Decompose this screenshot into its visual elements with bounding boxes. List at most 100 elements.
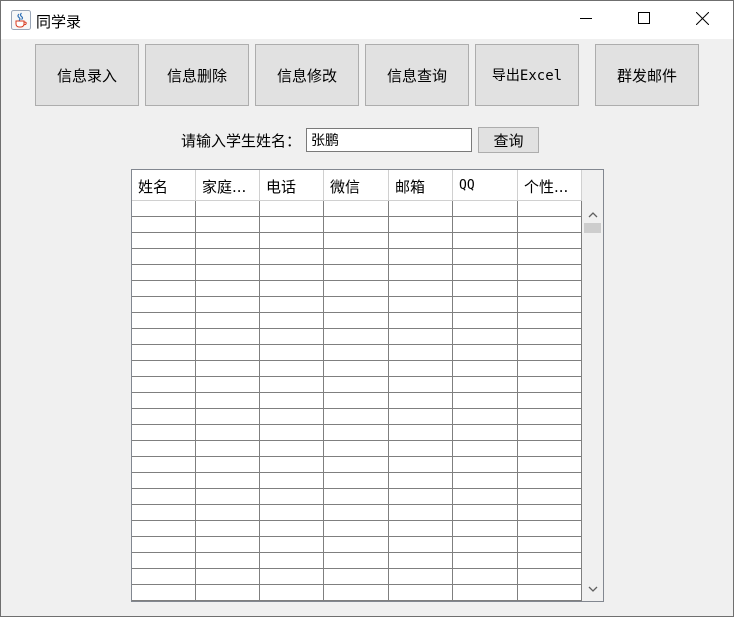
table-cell[interactable] [518,457,582,472]
table-cell[interactable] [196,377,260,392]
table-cell[interactable] [324,521,389,536]
table-cell[interactable] [518,393,582,408]
column-header-email[interactable]: 邮箱 [389,170,453,201]
column-header-signature[interactable]: 个性... [518,170,582,201]
table-cell[interactable] [324,281,389,296]
table-cell[interactable] [518,569,582,584]
table-cell[interactable] [260,441,324,456]
table-cell[interactable] [453,409,518,424]
search-button[interactable]: 查询 [478,127,539,153]
table-cell[interactable] [453,201,518,216]
table-cell[interactable] [260,313,324,328]
table-cell[interactable] [389,233,453,248]
table-cell[interactable] [453,425,518,440]
table-cell[interactable] [196,201,260,216]
student-name-input[interactable] [306,128,472,152]
maximize-button[interactable] [615,1,673,39]
table-cell[interactable] [324,265,389,280]
table-cell[interactable] [260,473,324,488]
table-row[interactable] [132,265,582,281]
table-cell[interactable] [196,537,260,552]
table-cell[interactable] [196,345,260,360]
table-row[interactable] [132,537,582,553]
table-cell[interactable] [132,393,196,408]
table-cell[interactable] [324,361,389,376]
table-cell[interactable] [518,361,582,376]
table-cell[interactable] [260,201,324,216]
table-row[interactable] [132,297,582,313]
table-cell[interactable] [389,377,453,392]
table-cell[interactable] [453,345,518,360]
table-cell[interactable] [324,297,389,312]
vertical-scrollbar[interactable] [582,170,603,601]
table-cell[interactable] [132,281,196,296]
table-cell[interactable] [260,409,324,424]
close-button[interactable] [673,1,731,39]
table-row[interactable] [132,569,582,585]
table-cell[interactable] [518,217,582,232]
table-row[interactable] [132,249,582,265]
table-cell[interactable] [453,585,518,600]
table-cell[interactable] [324,585,389,600]
table-cell[interactable] [389,553,453,568]
table-cell[interactable] [132,505,196,520]
table-row[interactable] [132,201,582,217]
table-cell[interactable] [196,569,260,584]
table-cell[interactable] [453,377,518,392]
table-cell[interactable] [453,265,518,280]
table-cell[interactable] [196,281,260,296]
table-cell[interactable] [132,265,196,280]
table-cell[interactable] [518,313,582,328]
add-info-button[interactable]: 信息录入 [35,44,139,106]
table-cell[interactable] [132,457,196,472]
table-row[interactable] [132,585,582,601]
table-cell[interactable] [453,489,518,504]
table-cell[interactable] [389,313,453,328]
table-cell[interactable] [260,329,324,344]
table-cell[interactable] [196,265,260,280]
table-cell[interactable] [518,537,582,552]
table-cell[interactable] [260,249,324,264]
table-row[interactable] [132,457,582,473]
table-cell[interactable] [132,473,196,488]
table-cell[interactable] [324,201,389,216]
table-cell[interactable] [453,473,518,488]
table-cell[interactable] [324,537,389,552]
table-row[interactable] [132,281,582,297]
table-cell[interactable] [324,553,389,568]
table-cell[interactable] [260,569,324,584]
table-cell[interactable] [196,521,260,536]
table-cell[interactable] [132,345,196,360]
table-cell[interactable] [518,473,582,488]
table-cell[interactable] [132,313,196,328]
table-cell[interactable] [389,585,453,600]
export-excel-button[interactable]: 导出Excel [475,44,579,106]
table-cell[interactable] [132,521,196,536]
table-cell[interactable] [132,297,196,312]
minimize-button[interactable] [557,1,615,39]
table-row[interactable] [132,377,582,393]
table-cell[interactable] [132,553,196,568]
table-cell[interactable] [260,457,324,472]
table-cell[interactable] [389,361,453,376]
table-cell[interactable] [260,377,324,392]
table-cell[interactable] [453,297,518,312]
table-cell[interactable] [389,569,453,584]
table-cell[interactable] [453,441,518,456]
table-row[interactable] [132,313,582,329]
table-row[interactable] [132,489,582,505]
table-cell[interactable] [518,441,582,456]
table-row[interactable] [132,553,582,569]
table-cell[interactable] [518,249,582,264]
table-cell[interactable] [260,489,324,504]
student-table[interactable]: 姓名 家庭... 电话 微信 邮箱 QQ 个性... [131,169,604,602]
table-cell[interactable] [453,313,518,328]
table-cell[interactable] [196,505,260,520]
table-row[interactable] [132,441,582,457]
table-cell[interactable] [260,297,324,312]
table-cell[interactable] [453,233,518,248]
table-row[interactable] [132,409,582,425]
table-cell[interactable] [389,201,453,216]
table-cell[interactable] [260,585,324,600]
table-cell[interactable] [132,361,196,376]
